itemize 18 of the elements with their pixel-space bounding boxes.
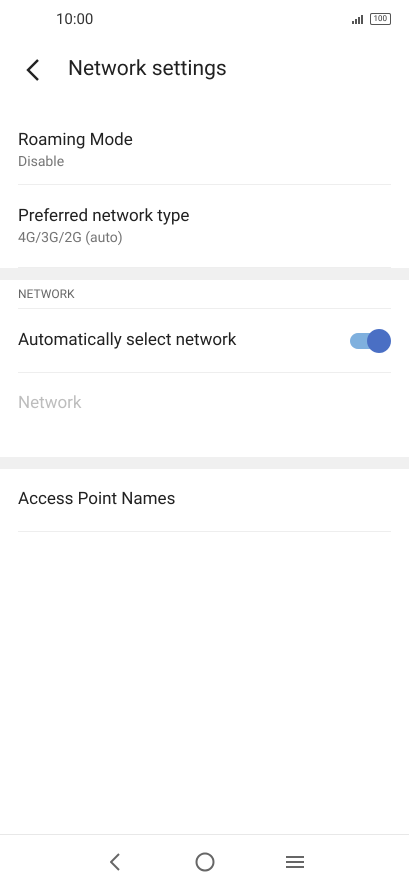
setting-title[interactable]: Roaming Mode [18, 128, 391, 152]
home-button[interactable] [192, 850, 216, 874]
setting-title[interactable]: Automatically select network [18, 328, 236, 354]
battery-indicator: 100 [370, 13, 391, 25]
back-icon [110, 852, 120, 870]
back-icon [26, 58, 40, 82]
setting-value: Disable [18, 153, 66, 172]
setting-value: 4G/3G/2G (auto) [18, 229, 124, 248]
home-icon [194, 852, 214, 872]
page-title: Network settings [68, 56, 227, 84]
toggle-switch[interactable] [349, 328, 391, 352]
status-time: 10:00 [56, 8, 94, 30]
section-heading: NETWORK [18, 286, 75, 303]
menu-icon [286, 854, 304, 868]
setting-title: Network [18, 392, 82, 416]
signal-icon [352, 14, 364, 24]
setting-title[interactable]: Access Point Names [18, 487, 176, 513]
setting-title[interactable]: Preferred network type [18, 204, 391, 228]
